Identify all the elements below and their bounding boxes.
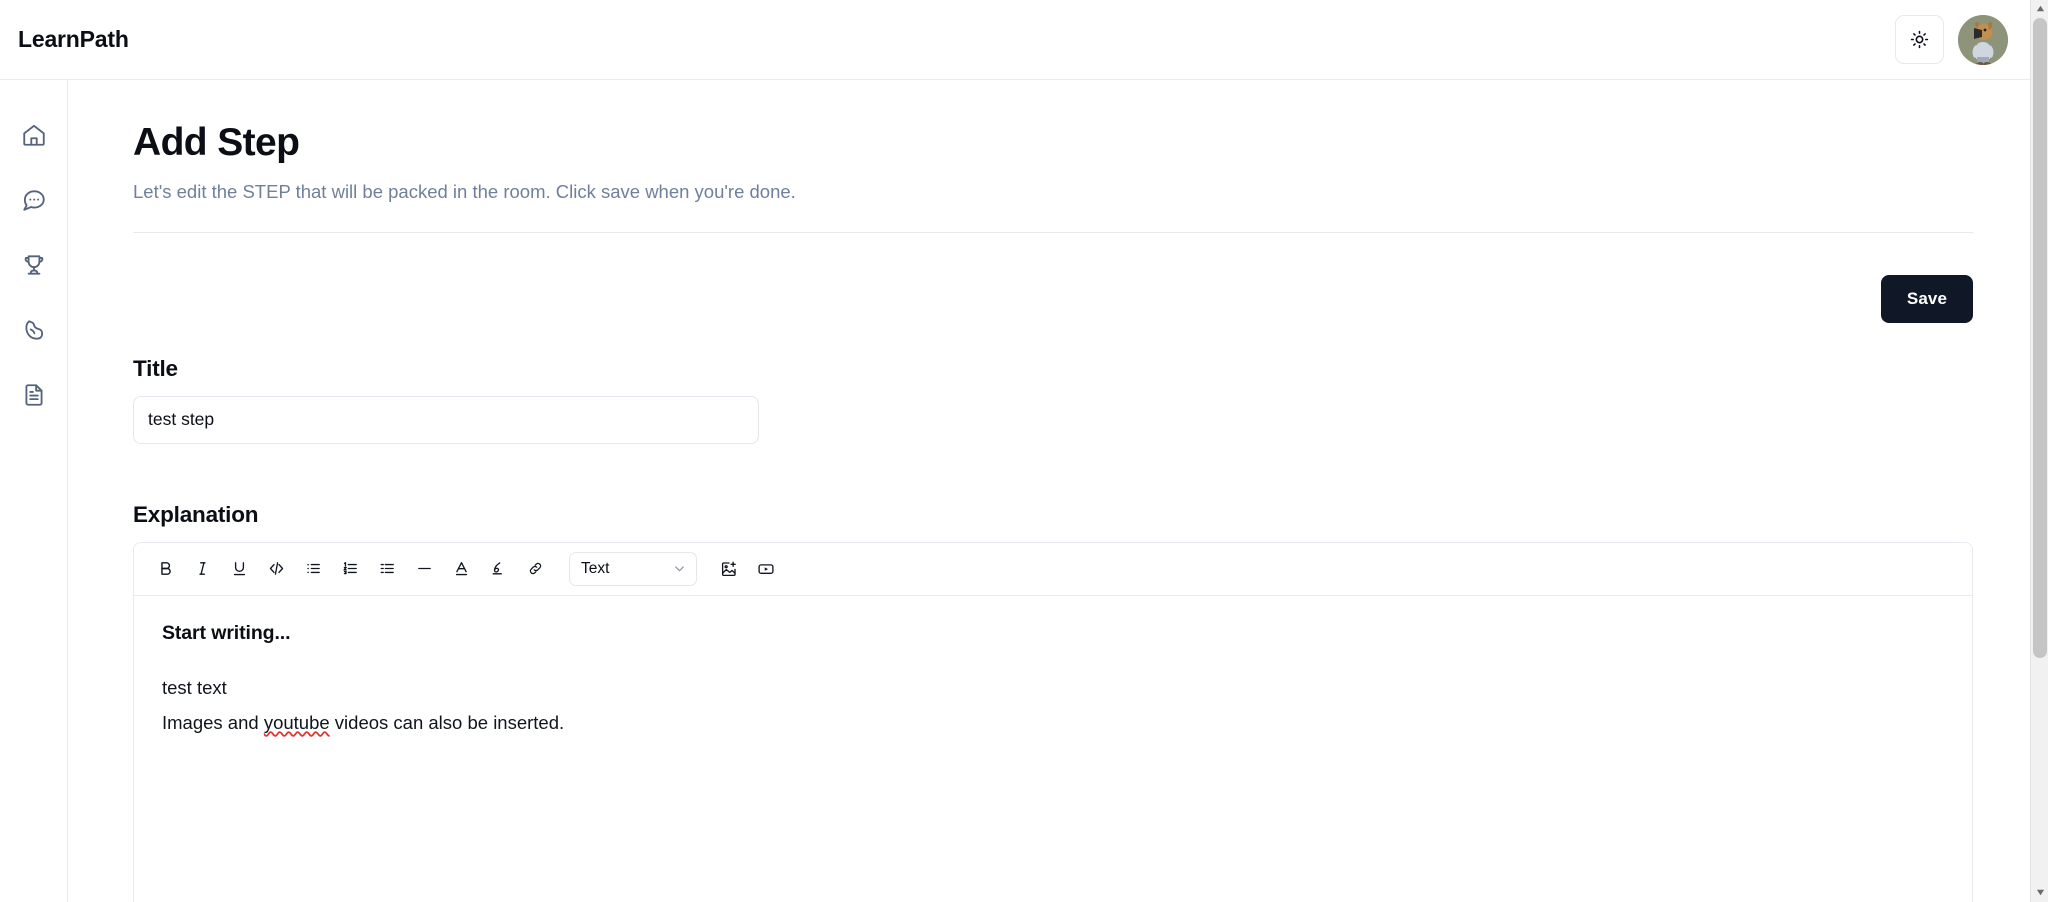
trophy-icon bbox=[21, 252, 47, 278]
editor-text-pre: Images and bbox=[162, 711, 264, 733]
highlighter-icon bbox=[490, 560, 507, 577]
explanation-editor: Text Start writing... test text Images a… bbox=[133, 541, 1973, 902]
scrollbar-thumb[interactable] bbox=[2033, 18, 2047, 658]
numbered-list-icon bbox=[342, 560, 359, 577]
save-row: Save bbox=[118, 274, 1998, 323]
scroll-down-icon bbox=[2036, 884, 2045, 902]
theme-toggle-button[interactable] bbox=[1895, 15, 1944, 64]
italic-icon bbox=[194, 560, 211, 577]
code-button[interactable] bbox=[259, 552, 293, 586]
sun-icon bbox=[1910, 30, 1929, 49]
save-button[interactable]: Save bbox=[1880, 274, 1973, 323]
editor-text-post: videos can also be inserted. bbox=[329, 711, 565, 733]
bullet-list-button[interactable] bbox=[296, 552, 330, 586]
page-body: Add Step Let's edit the STEP that will b… bbox=[68, 80, 1998, 902]
italic-button[interactable] bbox=[185, 552, 219, 586]
home-icon bbox=[21, 122, 47, 148]
sidebar-item-documents[interactable] bbox=[0, 362, 68, 427]
title-field-label: Title bbox=[133, 355, 178, 381]
sidebar-item-workouts[interactable] bbox=[0, 297, 68, 362]
bullet-list-icon bbox=[305, 560, 322, 577]
block-type-select[interactable]: Text bbox=[569, 551, 697, 586]
code-icon bbox=[268, 560, 285, 577]
editor-paragraph-1: test text bbox=[162, 676, 227, 698]
insert-video-button[interactable] bbox=[749, 552, 783, 586]
editor-paragraph-2: Images and youtube videos can also be in… bbox=[162, 710, 1944, 737]
title-input[interactable] bbox=[133, 395, 759, 444]
main-content: Add Step Let's edit the STEP that will b… bbox=[68, 80, 2048, 902]
top-bar: LearnPath bbox=[0, 0, 2048, 80]
page-scrollbar[interactable] bbox=[2030, 0, 2048, 902]
page-subtitle: Let's edit the STEP that will be packed … bbox=[133, 180, 796, 202]
horizontal-rule-icon bbox=[416, 560, 433, 577]
numbered-list-button[interactable] bbox=[333, 552, 367, 586]
message-icon bbox=[21, 187, 47, 213]
editor-toolbar: Text bbox=[134, 542, 1972, 596]
bold-button[interactable] bbox=[148, 552, 182, 586]
scroll-down-button[interactable] bbox=[2031, 884, 2048, 902]
page-title: Add Step bbox=[133, 121, 300, 164]
editor-content[interactable]: Start writing... test text Images and yo… bbox=[134, 595, 1972, 902]
insert-video-icon bbox=[757, 560, 775, 578]
misspelled-word: youtube bbox=[263, 711, 330, 733]
bicep-icon bbox=[21, 317, 47, 343]
horizontal-rule-button[interactable] bbox=[407, 552, 441, 586]
avatar[interactable] bbox=[1958, 14, 2008, 65]
header-divider bbox=[133, 231, 1973, 233]
explanation-field-label: Explanation bbox=[133, 501, 259, 527]
underline-button[interactable] bbox=[222, 552, 256, 586]
text-color-button[interactable] bbox=[444, 552, 478, 586]
underline-icon bbox=[231, 560, 248, 577]
task-list-icon bbox=[379, 560, 396, 577]
dog-avatar-icon bbox=[1958, 14, 2008, 65]
insert-image-button[interactable] bbox=[712, 552, 746, 586]
sidebar-item-messages[interactable] bbox=[0, 167, 68, 232]
document-icon bbox=[21, 382, 47, 408]
highlighter-button[interactable] bbox=[481, 552, 515, 586]
bold-icon bbox=[157, 560, 174, 577]
text-color-icon bbox=[453, 560, 470, 577]
chevron-down-icon bbox=[672, 561, 687, 576]
insert-image-icon bbox=[720, 560, 738, 578]
editor-heading: Start writing... bbox=[162, 621, 291, 644]
scroll-up-button[interactable] bbox=[2031, 0, 2048, 18]
sidebar bbox=[0, 80, 68, 902]
topbar-actions bbox=[1895, 14, 2008, 65]
link-button[interactable] bbox=[518, 552, 552, 586]
task-list-button[interactable] bbox=[370, 552, 404, 586]
sidebar-item-home[interactable] bbox=[0, 102, 68, 167]
scroll-up-icon bbox=[2036, 0, 2045, 18]
block-type-value: Text bbox=[581, 559, 610, 577]
link-icon bbox=[527, 560, 544, 577]
sidebar-item-achievements[interactable] bbox=[0, 232, 68, 297]
app-brand[interactable]: LearnPath bbox=[18, 26, 129, 53]
